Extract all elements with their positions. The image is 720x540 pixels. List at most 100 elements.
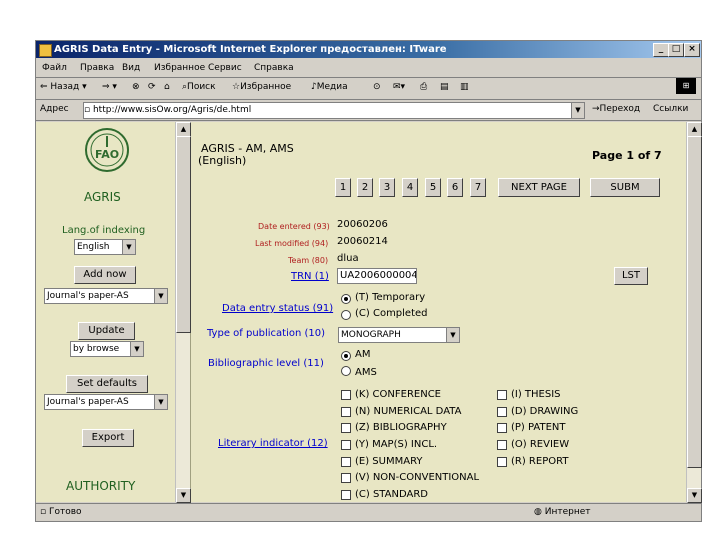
favorites-button[interactable]: ☆Избранное <box>232 82 291 92</box>
chevron-down-icon: ▼ <box>130 342 143 356</box>
scroll-down-icon: ▼ <box>687 488 702 503</box>
lit-thesis-checkbox[interactable] <box>497 390 507 400</box>
page-done-icon: ▫ <box>40 507 49 517</box>
status-temporary-label: (T) Temporary <box>355 292 426 303</box>
page-2-button[interactable]: 2 <box>357 178 373 197</box>
submit-button[interactable]: SUBM <box>590 178 660 197</box>
lit-maps-label: (Y) MAP(S) INCL. <box>355 439 438 450</box>
history-icon[interactable]: ⊙ <box>373 82 381 92</box>
close-button[interactable]: × <box>684 43 700 57</box>
scroll-down-icon: ▼ <box>176 488 191 503</box>
lit-summary-checkbox[interactable] <box>341 457 351 467</box>
toolbar: ⇐ Назад ▾ ⇒ ▾ ⊗ ⟳ ⌂ ⌕Поиск ☆Избранное ♪М… <box>36 78 701 100</box>
lit-nonconventional-checkbox[interactable] <box>341 473 351 483</box>
export-button[interactable]: Export <box>82 429 134 447</box>
doc-type-select-1[interactable]: Journal's paper-AS ▼ <box>44 288 168 304</box>
page-content: FAO AGRIS Lang.of indexing English ▼ Add … <box>36 122 702 503</box>
lang-select[interactable]: English ▼ <box>74 239 136 255</box>
links-button[interactable]: Ссылки <box>653 104 688 114</box>
menu-tools[interactable]: Сервис <box>208 63 242 73</box>
lit-standard-checkbox[interactable] <box>341 490 351 500</box>
chevron-down-icon: ▼ <box>122 240 135 254</box>
scroll-thumb[interactable] <box>176 136 191 333</box>
address-bar: Адрес ▫ http://www.sisOw.org/Agris/de.ht… <box>36 100 701 121</box>
agris-title: AGRIS <box>84 190 121 204</box>
page-icon: ▫ <box>84 105 93 115</box>
lit-bibliography-label: (Z) BIBLIOGRAPHY <box>355 422 447 433</box>
edit-icon[interactable]: ▤ <box>440 82 449 92</box>
lit-report-label: (R) REPORT <box>511 456 569 467</box>
minimize-button[interactable]: _ <box>653 43 669 57</box>
lit-review-label: (O) REVIEW <box>511 439 570 450</box>
literary-indicator-link[interactable]: Literary indicator (12) <box>218 438 328 449</box>
scroll-up-icon: ▲ <box>176 122 191 137</box>
lit-conference-checkbox[interactable] <box>341 390 351 400</box>
search-button[interactable]: ⌕Поиск <box>182 82 216 92</box>
set-defaults-button[interactable]: Set defaults <box>66 375 148 393</box>
lit-review-checkbox[interactable] <box>497 440 507 450</box>
lit-maps-checkbox[interactable] <box>341 440 351 450</box>
status-completed-radio[interactable] <box>341 310 351 320</box>
menu-help[interactable]: Справка <box>254 63 294 73</box>
team-value: dlua <box>337 253 359 264</box>
main-scrollbar[interactable]: ▲ ▼ <box>686 122 702 503</box>
biblevel-am-radio[interactable] <box>341 351 351 361</box>
mail-icon[interactable]: ✉▾ <box>393 82 405 92</box>
menu-file[interactable]: Файл <box>42 63 67 73</box>
page-6-button[interactable]: 6 <box>447 178 463 197</box>
menu-edit[interactable]: Правка <box>80 63 114 73</box>
page-4-button[interactable]: 4 <box>402 178 418 197</box>
media-button[interactable]: ♪Медиа <box>311 82 348 92</box>
trn-link[interactable]: TRN (1) <box>291 271 329 282</box>
lit-drawing-checkbox[interactable] <box>497 407 507 417</box>
biblevel-am-label: AM <box>355 349 371 360</box>
biblevel-ams-radio[interactable] <box>341 366 351 376</box>
lst-button[interactable]: LST <box>614 267 648 285</box>
doc-type-select-2[interactable]: Journal's paper-AS ▼ <box>44 394 168 410</box>
menu-view[interactable]: Вид <box>122 63 140 73</box>
lit-numerical-label: (N) NUMERICAL DATA <box>355 406 462 417</box>
lit-numerical-checkbox[interactable] <box>341 407 351 417</box>
page-5-button[interactable]: 5 <box>425 178 441 197</box>
print-icon[interactable]: ⎙ <box>420 82 427 92</box>
scroll-thumb[interactable] <box>687 136 702 468</box>
window-title: AGRIS Data Entry - Microsoft Internet Ex… <box>54 44 447 55</box>
last-modified-label: Last modified (94) <box>255 239 329 248</box>
back-arrow-icon: ⇐ <box>40 82 51 92</box>
lit-conference-label: (K) CONFERENCE <box>355 389 441 400</box>
trn-input[interactable]: UA2006000004 <box>337 268 417 284</box>
lit-patent-checkbox[interactable] <box>497 423 507 433</box>
date-entered-label: Date entered (93) <box>258 222 330 231</box>
add-now-button[interactable]: Add now <box>74 266 136 284</box>
address-dropdown-icon[interactable]: ▼ <box>571 103 584 118</box>
svg-text:FAO: FAO <box>95 148 119 161</box>
globe-icon: ◍ <box>534 507 545 517</box>
stop-icon[interactable]: ⊗ <box>132 82 140 92</box>
chevron-down-icon: ▼ <box>154 289 167 303</box>
status-zone: ◍ Интернет <box>534 507 591 517</box>
go-button[interactable]: →Переход <box>592 104 640 114</box>
back-button[interactable]: ⇐ Назад ▾ <box>40 82 87 92</box>
home-icon[interactable]: ⌂ <box>164 82 170 92</box>
update-button[interactable]: Update <box>78 322 135 340</box>
discuss-icon[interactable]: ▥ <box>460 82 469 92</box>
page-3-button[interactable]: 3 <box>379 178 395 197</box>
page-7-button[interactable]: 7 <box>470 178 486 197</box>
lit-bibliography-checkbox[interactable] <box>341 423 351 433</box>
lit-nonconventional-label: (V) NON-CONVENTIONAL <box>355 472 480 483</box>
maximize-button[interactable]: □ <box>668 43 684 57</box>
forward-button[interactable]: ⇒ ▾ <box>102 82 117 92</box>
pubtype-select[interactable]: MONOGRAPH ▼ <box>338 327 460 343</box>
fao-logo-icon: FAO <box>85 128 129 172</box>
page-1-button[interactable]: 1 <box>335 178 351 197</box>
browse-select[interactable]: by browse ▼ <box>70 341 144 357</box>
left-scrollbar[interactable]: ▲ ▼ <box>175 122 191 503</box>
address-input[interactable]: ▫ http://www.sisOw.org/Agris/de.html ▼ <box>83 102 585 119</box>
data-entry-status-link[interactable]: Data entry status (91) <box>222 303 333 314</box>
title-bar: AGRIS Data Entry - Microsoft Internet Ex… <box>36 41 701 58</box>
lit-report-checkbox[interactable] <box>497 457 507 467</box>
status-temporary-radio[interactable] <box>341 294 351 304</box>
refresh-icon[interactable]: ⟳ <box>148 82 156 92</box>
next-page-button[interactable]: NEXT PAGE <box>498 178 580 197</box>
menu-favorites[interactable]: Избранное <box>154 63 205 73</box>
